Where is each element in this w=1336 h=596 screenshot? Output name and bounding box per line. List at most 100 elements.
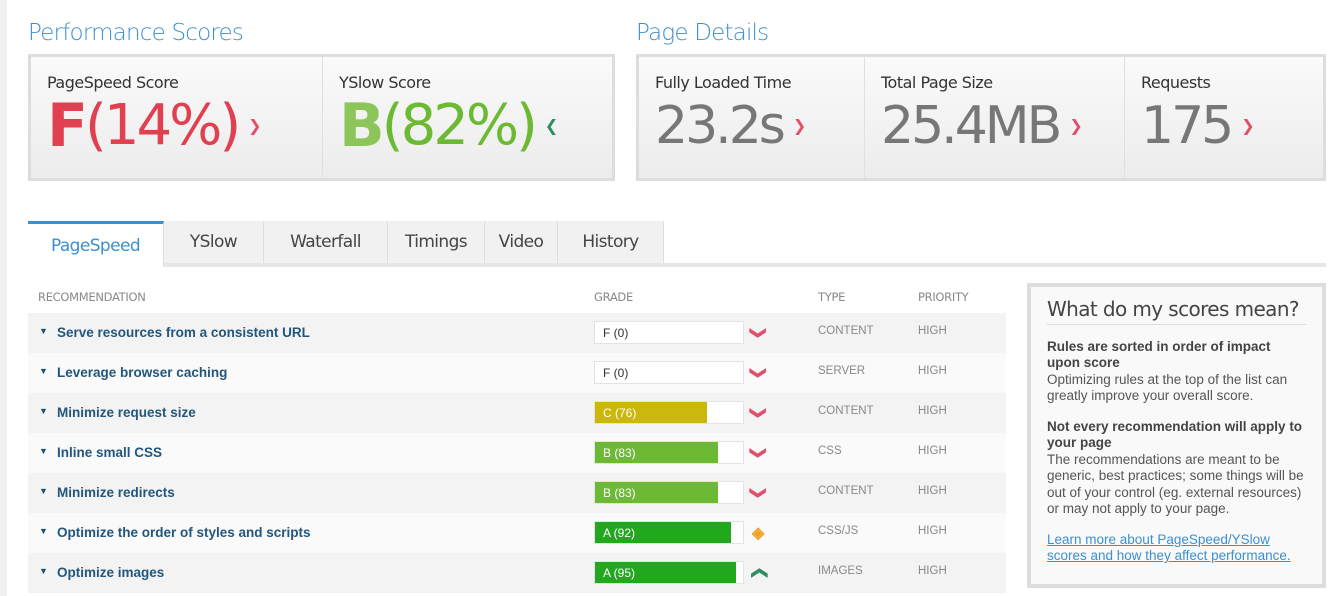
priority-label: HIGH (918, 325, 947, 337)
chevron-up-icon: ❮ (544, 116, 559, 135)
grade-bar: F (0) (594, 321, 744, 344)
expand-triangle-icon[interactable]: ▼ (39, 406, 48, 416)
recommendation-name[interactable]: Leverage browser caching (57, 365, 227, 380)
recommendation-name[interactable]: Minimize redirects (57, 485, 175, 500)
left-edge-strip (0, 0, 7, 596)
grade-bar: B (83) (594, 481, 744, 504)
priority-label: HIGH (918, 525, 947, 537)
grade-bar: C (76) (594, 401, 744, 424)
help-title: What do my scores mean? (1047, 299, 1306, 325)
fully-loaded-time: Fully Loaded Time 23.2s ❯ (639, 57, 865, 178)
chevron-down-icon: ❯ (749, 366, 767, 380)
expand-triangle-icon[interactable]: ▼ (39, 446, 48, 456)
type-label: CSS/JS (818, 525, 859, 537)
scores-help-panel: What do my scores mean? Rules are sorted… (1027, 283, 1326, 588)
grade-label: B (83) (603, 486, 636, 500)
grade-label: A (95) (603, 566, 636, 580)
yslow-grade: B (339, 91, 385, 161)
pagespeed-score-label: PageSpeed Score (47, 73, 179, 92)
priority-label: HIGH (918, 445, 947, 457)
requests: Requests 175 ❯ (1125, 57, 1323, 178)
table-row[interactable]: ▼ Optimize the order of styles and scrip… (28, 513, 1006, 553)
page-details-title: Page Details (636, 20, 769, 46)
grade-bar: B (83) (594, 441, 744, 464)
grade-bar: F (0) (594, 361, 744, 384)
expand-triangle-icon[interactable]: ▼ (39, 366, 48, 376)
tab-waterfall[interactable]: Waterfall (264, 221, 388, 263)
grade-label: B (83) (603, 446, 636, 460)
yslow-score: YSlow Score B (82%) ❮ (323, 57, 612, 178)
expand-triangle-icon[interactable]: ▼ (39, 526, 48, 536)
total-page-size-label: Total Page Size (881, 73, 993, 92)
priority-label: HIGH (918, 365, 947, 377)
tab-yslow[interactable]: YSlow (164, 221, 264, 263)
type-label: IMAGES (818, 565, 863, 577)
table-row[interactable]: ▼ Minimize redirects B (83) ❯ CONTENT HI… (28, 473, 1006, 513)
chevron-down-icon: ❯ (248, 116, 262, 135)
total-page-size-value: 25.4MB (881, 96, 1062, 156)
expand-triangle-icon[interactable]: ▼ (39, 566, 48, 576)
tab-history[interactable]: History (558, 221, 664, 263)
recommendation-name[interactable]: Optimize the order of styles and scripts (57, 525, 311, 540)
requests-label: Requests (1141, 73, 1211, 92)
chevron-down-icon: ❯ (749, 446, 767, 460)
pagespeed-percent: (14%) (85, 93, 241, 158)
header-recommendation[interactable]: RECOMMENDATION (38, 290, 146, 304)
chevron-down-icon: ❯ (749, 486, 767, 500)
type-label: CONTENT (818, 485, 874, 497)
tab-timings[interactable]: Timings (388, 221, 485, 263)
yslow-score-label: YSlow Score (339, 73, 431, 92)
tab-video[interactable]: Video (485, 221, 558, 263)
priority-label: HIGH (918, 485, 947, 497)
fully-loaded-time-label: Fully Loaded Time (655, 73, 792, 92)
chevron-down-icon: ❯ (1069, 116, 1083, 135)
grade-label: C (76) (603, 406, 637, 420)
yslow-percent: (82%) (381, 93, 538, 158)
priority-label: HIGH (918, 565, 947, 577)
table-row[interactable]: ▼ Leverage browser caching F (0) ❯ SERVE… (28, 353, 1006, 393)
recommendations-table: ▼ Serve resources from a consistent URL … (28, 313, 1006, 593)
performance-scores-panel: PageSpeed Score F (14%) ❯ YSlow Score B … (28, 54, 615, 181)
expand-triangle-icon[interactable]: ▼ (39, 486, 48, 496)
table-row[interactable]: ▼ Inline small CSS B (83) ❯ CSS HIGH (28, 433, 1006, 473)
expand-triangle-icon[interactable]: ▼ (39, 326, 48, 336)
type-label: CONTENT (818, 325, 874, 337)
grade-bar: A (95) (594, 561, 744, 584)
recommendation-name[interactable]: Inline small CSS (57, 445, 162, 460)
fully-loaded-time-value: 23.2s (655, 96, 786, 156)
table-row[interactable]: ▼ Minimize request size C (76) ❯ CONTENT… (28, 393, 1006, 433)
help-p1-text: Optimizing rules at the top of the list … (1047, 371, 1288, 404)
diamond-icon: ◈ (752, 525, 765, 542)
grade-label: F (0) (603, 366, 629, 380)
chevron-down-icon: ❯ (749, 326, 767, 340)
help-p2-title: Not every recommendation will apply to y… (1047, 418, 1303, 451)
header-grade[interactable]: GRADE (594, 290, 633, 304)
grade-label: F (0) (603, 326, 629, 340)
requests-value: 175 (1141, 96, 1234, 156)
chevron-up-icon: ❯ (750, 566, 768, 580)
total-page-size: Total Page Size 25.4MB ❯ (865, 57, 1125, 178)
table-row[interactable]: ▼ Serve resources from a consistent URL … (28, 313, 1006, 353)
recommendation-name[interactable]: Serve resources from a consistent URL (57, 325, 310, 340)
chevron-down-icon: ❯ (1241, 116, 1255, 135)
pagespeed-grade: F (47, 91, 88, 161)
chevron-down-icon: ❯ (749, 406, 767, 420)
pagespeed-score: PageSpeed Score F (14%) ❯ (31, 57, 323, 178)
priority-label: HIGH (918, 405, 947, 417)
tab-pagespeed[interactable]: PageSpeed (28, 221, 164, 267)
recommendation-name[interactable]: Minimize request size (57, 405, 196, 420)
chevron-down-icon: ❯ (792, 116, 807, 135)
page-details-panel: Fully Loaded Time 23.2s ❯ Total Page Size… (636, 54, 1326, 181)
help-p1-title: Rules are sorted in order of impact upon… (1047, 338, 1271, 371)
report-tabs: PageSpeed YSlow Waterfall Timings Video … (28, 221, 1326, 267)
learn-more-link[interactable]: Learn more about PageSpeed/YSlow scores … (1047, 532, 1291, 564)
recommendation-name[interactable]: Optimize images (57, 565, 164, 580)
performance-scores-title: Performance Scores (28, 20, 244, 46)
header-type[interactable]: TYPE (818, 290, 845, 304)
type-label: SERVER (818, 365, 866, 377)
table-row[interactable]: ▼ Optimize images A (95) ❯ IMAGES HIGH (28, 553, 1006, 593)
help-p2-text: The recommendations are meant to be gene… (1047, 451, 1304, 517)
grade-bar: A (92) (594, 521, 744, 544)
header-priority[interactable]: PRIORITY (918, 290, 969, 304)
grade-label: A (92) (603, 526, 636, 540)
